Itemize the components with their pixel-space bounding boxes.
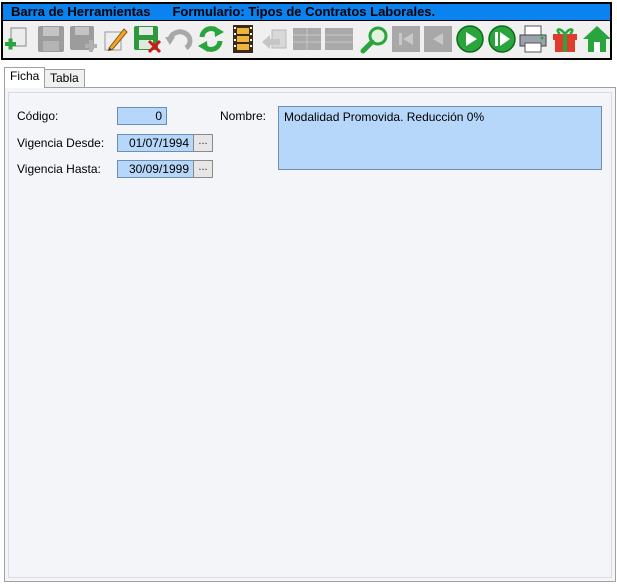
- vigencia-desde-ellipsis-button[interactable]: ...: [193, 134, 213, 152]
- refresh-icon: [198, 26, 224, 52]
- vigencia-desde-picker: 01/07/1994 ...: [117, 134, 213, 152]
- vigencia-hasta-picker: 30/09/1999 ...: [117, 160, 213, 178]
- save-button[interactable]: [36, 24, 66, 54]
- previous-record-icon: [424, 26, 452, 52]
- delete-button[interactable]: [132, 24, 162, 54]
- last-record-button[interactable]: [487, 24, 517, 54]
- save-add-disk-icon: [70, 26, 97, 52]
- grid-alt-button[interactable]: [324, 24, 354, 54]
- delete-disk-icon: [134, 26, 162, 54]
- next-record-icon: [456, 25, 484, 53]
- nombre-textarea[interactable]: Modalidad Promovida. Reducción 0%: [278, 106, 602, 170]
- toolbar-title-bar: Barra de Herramientas Formulario: Tipos d…: [3, 4, 610, 21]
- pencil-edit-icon: [104, 28, 128, 51]
- refresh-button[interactable]: [196, 24, 226, 54]
- vigencia-desde-label: Vigencia Desde:: [17, 136, 105, 150]
- undo-button[interactable]: [164, 24, 194, 54]
- grid-alt-icon: [325, 28, 353, 50]
- film-strip-icon: [233, 25, 253, 53]
- form-panel: Código: 0 Vigencia Desde: 01/07/1994 ...…: [4, 87, 616, 582]
- grid-button[interactable]: [292, 24, 322, 54]
- edit-button[interactable]: [100, 24, 130, 54]
- last-record-icon: [488, 25, 516, 53]
- magnifier-icon: [360, 26, 388, 54]
- return-arrow-icon: [262, 29, 287, 49]
- nombre-label: Nombre:: [220, 109, 267, 123]
- toolbar-title: Barra de Herramientas: [11, 4, 151, 19]
- vigencia-hasta-label: Vigencia Hasta:: [17, 162, 101, 176]
- form-panel-inner: Código: 0 Vigencia Desde: 01/07/1994 ...…: [8, 92, 612, 578]
- vigencia-hasta-ellipsis-button[interactable]: ...: [193, 160, 213, 178]
- gift-button[interactable]: [550, 24, 580, 54]
- save-disk-icon: [38, 26, 64, 52]
- gift-icon: [553, 28, 577, 52]
- first-record-icon: [392, 26, 420, 52]
- form-title: Formulario: Tipos de Contratos Laborales…: [172, 4, 436, 19]
- return-button[interactable]: [260, 24, 290, 54]
- vigencia-hasta-field[interactable]: 30/09/1999: [117, 160, 194, 178]
- toolbar-buttons: [3, 21, 612, 58]
- tab-ficha[interactable]: Ficha: [4, 67, 46, 88]
- grid-icon: [293, 28, 321, 50]
- printer-icon: [519, 25, 547, 53]
- add-record-button[interactable]: [3, 24, 33, 54]
- vigencia-desde-field[interactable]: 01/07/1994: [117, 134, 194, 152]
- search-button[interactable]: [360, 24, 390, 54]
- previous-record-button[interactable]: [423, 24, 453, 54]
- print-button[interactable]: [518, 24, 548, 54]
- toolbar-window: Barra de Herramientas Formulario: Tipos d…: [1, 2, 612, 60]
- tab-tabla[interactable]: Tabla: [44, 69, 85, 87]
- codigo-field[interactable]: 0: [117, 107, 167, 125]
- film-button[interactable]: [228, 24, 258, 54]
- home-icon: [583, 26, 611, 52]
- next-record-button[interactable]: [455, 24, 485, 54]
- save-add-button[interactable]: [68, 24, 98, 54]
- first-record-button[interactable]: [391, 24, 421, 54]
- undo-icon: [165, 29, 193, 51]
- codigo-label: Código:: [17, 109, 59, 123]
- home-button[interactable]: [582, 24, 612, 54]
- add-record-icon: [5, 27, 27, 50]
